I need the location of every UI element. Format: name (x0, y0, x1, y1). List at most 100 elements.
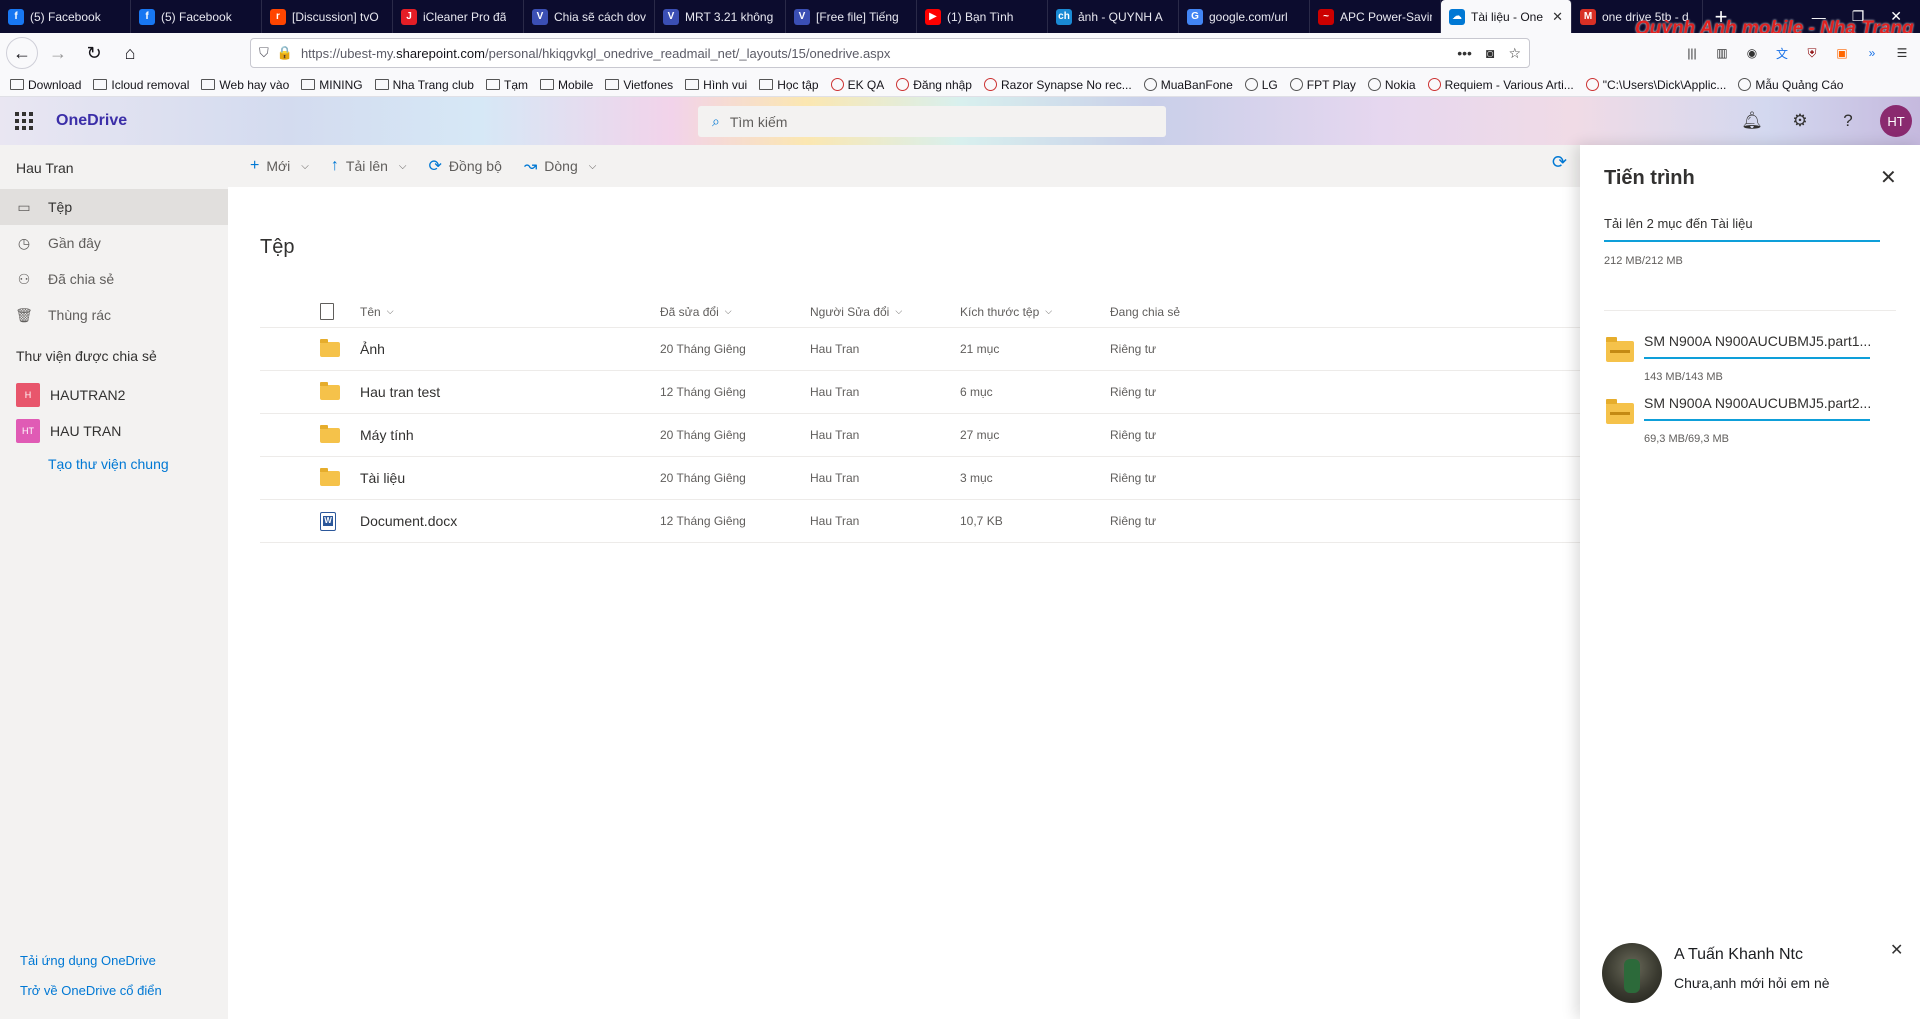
column-header-name[interactable]: Tên ⌵ (360, 305, 394, 319)
bookmark-item[interactable]: Tạm (485, 78, 528, 92)
bookmark-item[interactable]: Download (10, 78, 81, 92)
help-icon[interactable]: ? (1824, 97, 1872, 145)
bookmark-item[interactable]: Web hay vào (201, 78, 289, 92)
command-sync[interactable]: ⟳ Đồng bộ (429, 156, 502, 176)
tab[interactable]: ~ APC Power-Savin (1310, 0, 1441, 33)
tab[interactable]: V [Free file] Tiếng (786, 0, 917, 33)
chevron-right-icon[interactable]: » (1864, 45, 1880, 61)
sidebar-icon[interactable]: ▥ (1714, 45, 1730, 61)
bookmark-item[interactable]: Vietfones (605, 78, 673, 92)
account-avatar[interactable]: HT (1872, 97, 1920, 145)
table-row[interactable]: Ảnh 20 Tháng Giêng Hau Tran 21 mục Riêng tư (260, 328, 1580, 371)
tab[interactable]: r [Discussion] tvO (262, 0, 393, 33)
tab[interactable]: Ggoogle.com/url (1179, 0, 1310, 33)
close-icon[interactable]: ✕ (1880, 165, 1897, 190)
bookmark-label: Razor Synapse No rec... (1000, 77, 1132, 92)
bell-icon[interactable]: 🔔︎ (1728, 97, 1776, 145)
url-bar[interactable]: ⛉ 🔒 https://ubest-my.sharepoint.com/pers… (250, 38, 1530, 68)
file-name[interactable]: Máy tính (360, 427, 414, 443)
more-icon[interactable]: ••• (1457, 45, 1472, 62)
table-row[interactable]: Hau tran test 12 Tháng Giêng Hau Tran 6 mục… (260, 371, 1580, 414)
sidebar-item[interactable]: ⚇ Đã chia sẻ (0, 261, 228, 297)
table-row[interactable]: Máy tính 20 Tháng Giêng Hau Tran 27 mục Riên… (260, 414, 1580, 457)
translate-icon[interactable]: 文 (1774, 45, 1790, 61)
bookmark-item[interactable]: Hình vui (685, 78, 747, 92)
app-launcher-icon[interactable] (0, 97, 48, 145)
refresh-icon[interactable]: ⟳ (1552, 152, 1567, 173)
tab-active[interactable]: ☁ Tài liệu - One ✕ (1441, 0, 1572, 33)
close-tab-icon[interactable]: ✕ (1552, 9, 1563, 25)
bookmark-item[interactable]: Mẫu Quảng Cáo (1738, 78, 1843, 92)
tab[interactable]: V Chia sẽ cách dov (524, 0, 655, 33)
home-button[interactable]: ⌂ (114, 37, 146, 69)
pocket-icon[interactable]: ◙ (1486, 45, 1494, 62)
bookmark-item[interactable]: MuaBanFone (1143, 78, 1233, 92)
account-icon[interactable]: ◉ (1744, 45, 1760, 61)
folder-icon (685, 79, 700, 90)
sync-icon: ⟳ (428, 158, 442, 175)
gear-icon[interactable]: ⚙ (1776, 97, 1824, 145)
file-name[interactable]: Document.docx (360, 513, 457, 529)
extension-icon[interactable]: ▣ (1834, 45, 1850, 61)
bookmark-item[interactable]: Nha Trang club (374, 78, 474, 92)
column-header-modified[interactable]: Đã sửa đổi ⌵ (660, 305, 732, 319)
file-name[interactable]: Ảnh (360, 341, 385, 357)
bookmark-item[interactable]: EK QA (830, 78, 884, 92)
bookmark-item[interactable]: Nokia (1367, 77, 1416, 92)
command-upload[interactable]: ↑ Tải lên ⌵ (331, 157, 407, 175)
tab[interactable]: V MRT 3.21 không (655, 0, 786, 33)
table-row[interactable]: Tài liệu 20 Tháng Giêng Hau Tran 3 mục Riêng… (260, 457, 1580, 500)
shared-library-item[interactable]: H HAUTRAN2 (0, 377, 228, 413)
shared-library-item[interactable]: HT HAU TRAN (0, 413, 228, 449)
bookmark-item[interactable]: FPT Play (1289, 77, 1356, 92)
column-header-modified-by[interactable]: Người Sửa đổi ⌵ (810, 305, 902, 319)
sidebar-item[interactable]: 🗑 Thùng rác (0, 297, 228, 333)
tab[interactable]: ▶ (1) Bạn Tình (917, 0, 1048, 33)
bookmark-item[interactable]: Đăng nhập (896, 78, 972, 92)
upload-item[interactable]: SM N900A N900AUCUBMJ5.part1... 143 MB/143… (1604, 333, 1896, 393)
command-flow[interactable]: ↝ Dòng ⌵ (524, 156, 596, 176)
reload-button[interactable]: ↻ (78, 37, 110, 69)
table-row[interactable]: Document.docx 12 Tháng Giêng Hau Tran 10,7 … (260, 500, 1580, 543)
search-box[interactable]: ⌕ Tìm kiếm (698, 106, 1166, 137)
tab-title: google.com/url (1209, 9, 1288, 24)
onedrive-brand[interactable]: OneDrive (56, 112, 127, 130)
bookmark-item[interactable]: Requiem - Various Arti... (1427, 78, 1574, 92)
bookmark-item[interactable]: Razor Synapse No rec... (983, 77, 1132, 92)
bookmark-label: Nokia (1384, 77, 1416, 92)
menu-icon[interactable]: ☰ (1894, 45, 1910, 61)
tab[interactable]: f (5) Facebook (0, 0, 131, 33)
column-header-size[interactable]: Kích thước tệp ⌵ (960, 305, 1052, 319)
ublock-icon[interactable]: ⛨ (1804, 45, 1820, 61)
chat-popup[interactable]: A Tuấn Khanh Ntc Chưa,anh mới hỏi em nè … (1588, 930, 1920, 1019)
tab-title: (1) Bạn Tình (947, 9, 1014, 24)
tab[interactable]: JiCleaner Pro đã (393, 0, 524, 33)
back-button[interactable]: ← (6, 37, 38, 69)
get-app-link[interactable]: Tải ứng dụng OneDrive (20, 953, 156, 968)
sidebar-item[interactable]: ▭ Tệp (0, 189, 228, 225)
upload-item[interactable]: SM N900A N900AUCUBMJ5.part2... 69,3 MB/69… (1604, 395, 1896, 455)
create-library-link[interactable]: Tạo thư viện chung (48, 456, 169, 472)
bookmark-item[interactable]: Icloud removal (93, 78, 189, 92)
bookmark-item[interactable]: LG (1244, 78, 1278, 92)
classic-onedrive-link[interactable]: Trở về OneDrive cổ điển (20, 983, 162, 998)
file-name[interactable]: Tài liệu (360, 470, 405, 486)
column-header-sharing[interactable]: Đang chia sẻ (1110, 305, 1180, 319)
close-icon[interactable]: ✕ (1890, 940, 1903, 960)
library-icon[interactable]: ||| (1684, 45, 1700, 61)
sidebar-item[interactable]: ◷ Gần đây (0, 225, 228, 261)
tab[interactable]: ch ảnh - QUYNH A (1048, 0, 1179, 33)
bookmark-label: FPT Play (1306, 77, 1356, 92)
bookmark-item[interactable]: Học tập (759, 78, 819, 92)
forward-button[interactable]: → (42, 37, 74, 69)
bookmark-item[interactable]: "C:\Users\Dick\Applic... (1585, 78, 1726, 92)
bookmark-item[interactable]: MINING (301, 78, 363, 92)
library-badge: HT (16, 419, 40, 443)
bookmark-item[interactable]: Mobile (539, 78, 593, 92)
tab[interactable]: f (5) Facebook (131, 0, 262, 33)
file-name[interactable]: Hau tran test (360, 384, 440, 400)
bookmark-star-icon[interactable]: ☆ (1508, 45, 1521, 62)
chat-sender: A Tuấn Khanh Ntc (1674, 946, 1803, 963)
command-new[interactable]: + Mới ⌵ (250, 157, 309, 175)
file-type-header-icon[interactable] (320, 303, 334, 320)
